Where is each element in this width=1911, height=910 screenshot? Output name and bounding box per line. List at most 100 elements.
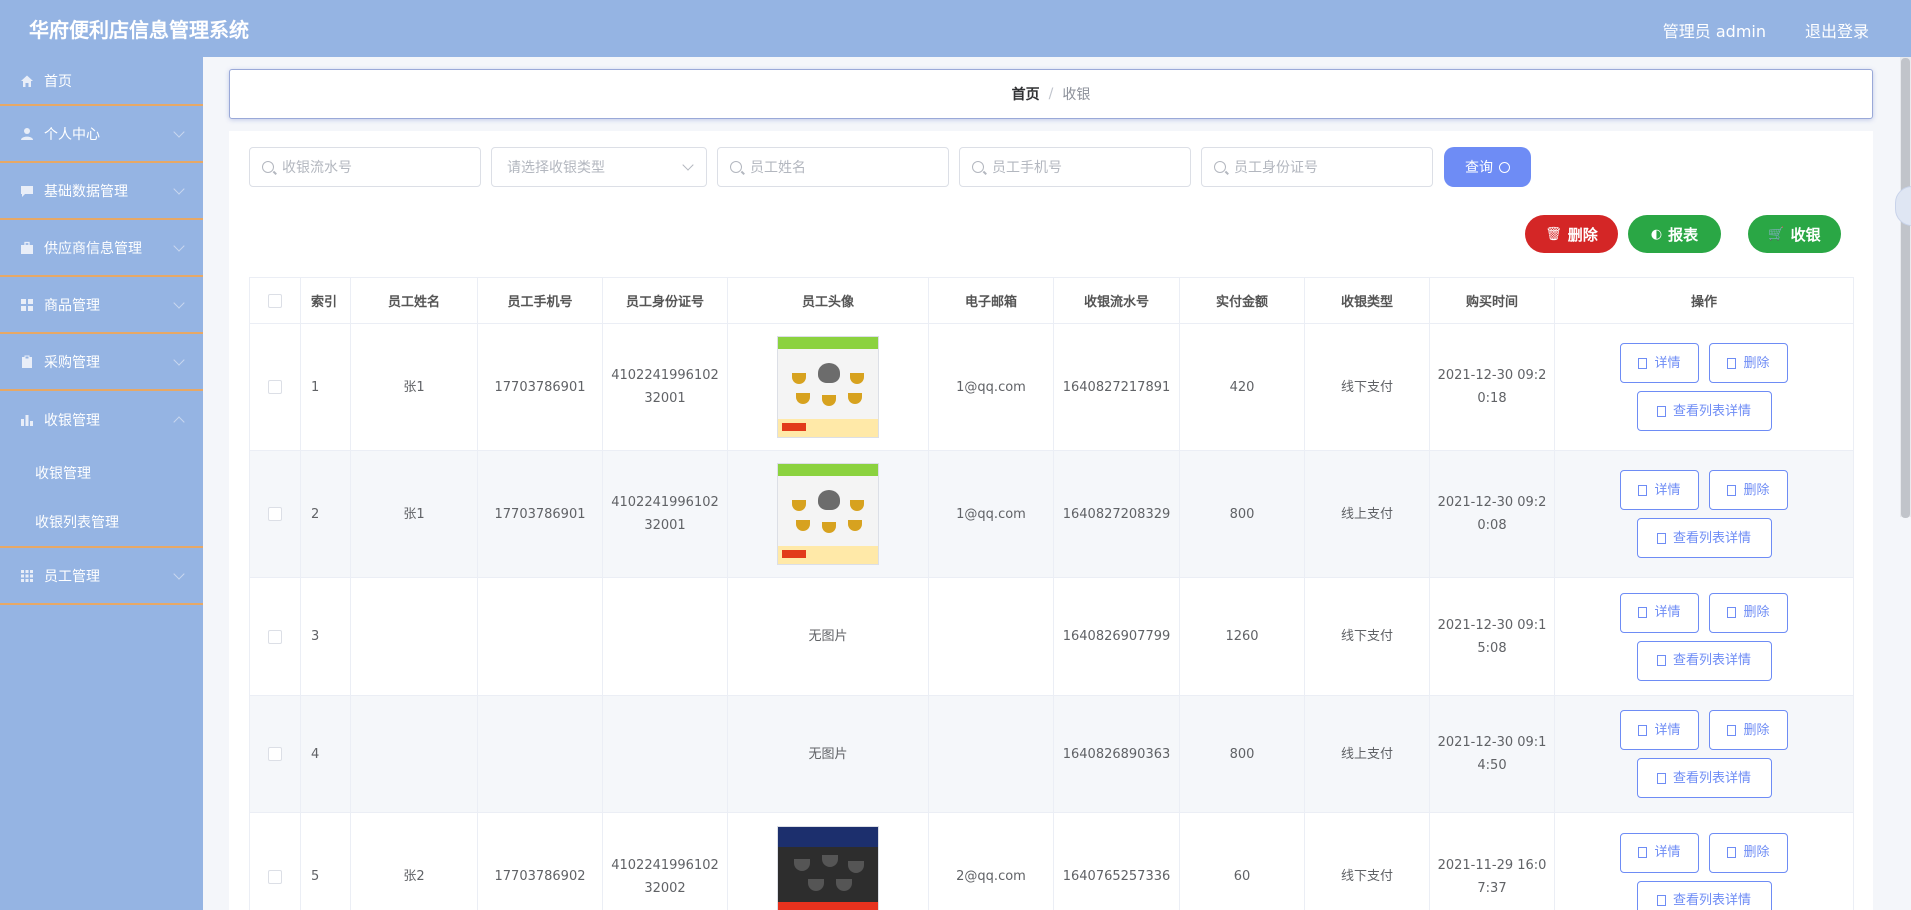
document-icon	[1638, 724, 1648, 736]
trash-icon	[1727, 847, 1737, 858]
sidebar-item-home[interactable]: 首页	[0, 57, 203, 106]
document-icon	[1656, 655, 1666, 666]
column-header: 操作	[1554, 277, 1854, 324]
view-list-detail-button[interactable]: 查看列表详情	[1636, 391, 1772, 431]
staff-phone-cell	[477, 695, 603, 813]
delete-button[interactable]: 删除	[1709, 470, 1788, 510]
view-list-detail-button[interactable]: 查看列表详情	[1636, 640, 1772, 681]
detail-button[interactable]: 详情	[1620, 832, 1699, 873]
serial-cell: 1640826890363	[1053, 695, 1180, 813]
report-button[interactable]: ◐ 报表	[1628, 215, 1721, 253]
delete-button[interactable]: 删除	[1709, 832, 1788, 873]
staff-idcard-cell: 4102241996102 32001	[602, 323, 728, 451]
sidebar-item-staff[interactable]: 员工管理	[0, 548, 203, 605]
row-checkbox[interactable]	[268, 747, 282, 761]
logout-button[interactable]: 退出登录	[1805, 18, 1869, 42]
avatar-image	[777, 825, 879, 910]
sidebar-item-basic-data[interactable]: 基础数据管理	[0, 163, 203, 220]
top-bar: 华府便利店信息管理系统 管理员 admin 退出登录	[0, 0, 1911, 57]
breadcrumb-home[interactable]: 首页	[1012, 84, 1040, 104]
idcard-placeholder: 员工身份证号	[1234, 160, 1318, 176]
cashier-table: 索引 员工姓名 员工手机号 员工身份证号 员工头像 电子邮箱 收银流水号 实付金…	[249, 277, 1854, 910]
staff-phone-cell: 17703786902	[477, 812, 603, 910]
index-cell: 5	[300, 812, 351, 910]
staff-idcard-cell: 4102241996102 32001	[602, 450, 728, 578]
staff-idcard-search-input[interactable]: 员工身份证号	[1201, 147, 1433, 187]
bar-chart-icon	[21, 414, 33, 426]
sidebar-item-label: 基础数据管理	[44, 183, 128, 200]
time-cell: 2021-12-30 09:1 5:08	[1429, 577, 1555, 696]
delete-button[interactable]: 删除	[1709, 592, 1788, 633]
select-all-checkbox[interactable]	[268, 293, 282, 308]
row-checkbox[interactable]	[268, 507, 282, 521]
detail-button[interactable]: 详情	[1620, 592, 1699, 633]
document-icon	[1656, 405, 1666, 417]
type-cell: 线下支付	[1304, 577, 1430, 696]
cashier-type-select[interactable]: 请选择收银类型	[491, 147, 707, 187]
type-cell: 线上支付	[1304, 695, 1430, 813]
delete-button[interactable]: 删除	[1709, 343, 1788, 383]
row-checkbox[interactable]	[268, 380, 282, 394]
sidebar-item-label: 首页	[44, 73, 72, 90]
cashier-button[interactable]: 🛒 收银	[1748, 215, 1841, 253]
sidebar-item-products[interactable]: 商品管理	[0, 277, 203, 334]
time-line: 2021-11-29 16:0	[1437, 857, 1547, 873]
staff-name-cell	[350, 577, 478, 696]
sidebar-item-personal-center[interactable]: 个人中心	[0, 106, 203, 163]
query-button[interactable]: 查询	[1444, 147, 1531, 187]
avatar-image	[777, 336, 879, 438]
staff-phone-search-input[interactable]: 员工手机号	[959, 147, 1191, 187]
time-line: 7:37	[1477, 880, 1507, 896]
delete-button[interactable]: 删除	[1709, 710, 1788, 750]
sidebar-item-purchase[interactable]: 采购管理	[0, 334, 203, 391]
staff-avatar-cell: 无图片	[727, 577, 929, 696]
sidebar-item-label: 采购管理	[44, 354, 100, 371]
index-cell: 1	[300, 323, 351, 451]
column-header: 员工身份证号	[602, 277, 728, 324]
staff-name-search-input[interactable]: 员工姓名	[717, 147, 949, 187]
row-checkbox[interactable]	[268, 629, 282, 644]
phone-placeholder: 员工手机号	[992, 160, 1062, 176]
vertical-scrollbar-thumb[interactable]	[1901, 58, 1910, 518]
operations-cell: 详情 删除 查看列表详情	[1554, 450, 1854, 578]
main-area: 首页 / 收银 收银流水号 请选择收银类型 员工姓名 员工手机号 员工身份证号 …	[203, 57, 1911, 910]
table-row: 2 张1 17703786901 4102241996102 32001 1@q…	[249, 450, 1854, 578]
staff-avatar-cell	[727, 450, 929, 578]
sidebar: 首页 个人中心 基础数据管理 供应商信息管理 商品管理 采购管理 收银管理 收银…	[0, 57, 203, 910]
serial-cell: 1640826907799	[1053, 577, 1180, 696]
time-cell: 2021-12-30 09:2 0:08	[1429, 450, 1555, 578]
time-line: 5:08	[1477, 640, 1507, 656]
sidebar-item-supplier[interactable]: 供应商信息管理	[0, 220, 203, 277]
briefcase-icon	[21, 241, 33, 254]
email-cell: 1@qq.com	[928, 323, 1054, 451]
staff-idcard-cell	[602, 695, 728, 813]
column-header: 电子邮箱	[928, 277, 1054, 324]
delete-label: 删除	[1743, 482, 1770, 498]
idcard-line: 4102241996102	[611, 495, 719, 510]
table-header-row: 索引 员工姓名 员工手机号 员工身份证号 员工头像 电子邮箱 收银流水号 实付金…	[249, 277, 1854, 324]
row-select-cell	[249, 695, 301, 813]
detail-label: 详情	[1654, 482, 1681, 498]
sidebar-subitem-cashier-list[interactable]: 收银列表管理	[0, 498, 203, 548]
detail-button[interactable]: 详情	[1620, 470, 1699, 510]
sidebar-subitem-cashier-management[interactable]: 收银管理	[0, 448, 203, 498]
row-checkbox[interactable]	[268, 869, 282, 884]
batch-delete-button[interactable]: 🗑 删除	[1525, 215, 1618, 253]
time-line: 4:50	[1477, 758, 1507, 773]
document-icon	[1638, 484, 1648, 496]
serial-search-input[interactable]: 收银流水号	[249, 147, 481, 187]
search-icon	[972, 161, 984, 173]
user-icon	[21, 127, 33, 140]
sidebar-item-label: 商品管理	[44, 297, 100, 314]
sidebar-item-cashier[interactable]: 收银管理	[0, 391, 203, 448]
sidebar-item-label: 员工管理	[44, 568, 100, 585]
detail-button[interactable]: 详情	[1620, 343, 1699, 383]
amount-cell: 1260	[1179, 577, 1305, 696]
document-icon	[1656, 895, 1666, 906]
detail-button[interactable]: 详情	[1620, 710, 1699, 750]
view-list-detail-button[interactable]: 查看列表详情	[1636, 518, 1772, 558]
view-list-detail-button[interactable]: 查看列表详情	[1636, 880, 1772, 910]
view-list-detail-button[interactable]: 查看列表详情	[1636, 758, 1772, 798]
type-cell: 线下支付	[1304, 812, 1430, 910]
email-cell	[928, 577, 1054, 696]
